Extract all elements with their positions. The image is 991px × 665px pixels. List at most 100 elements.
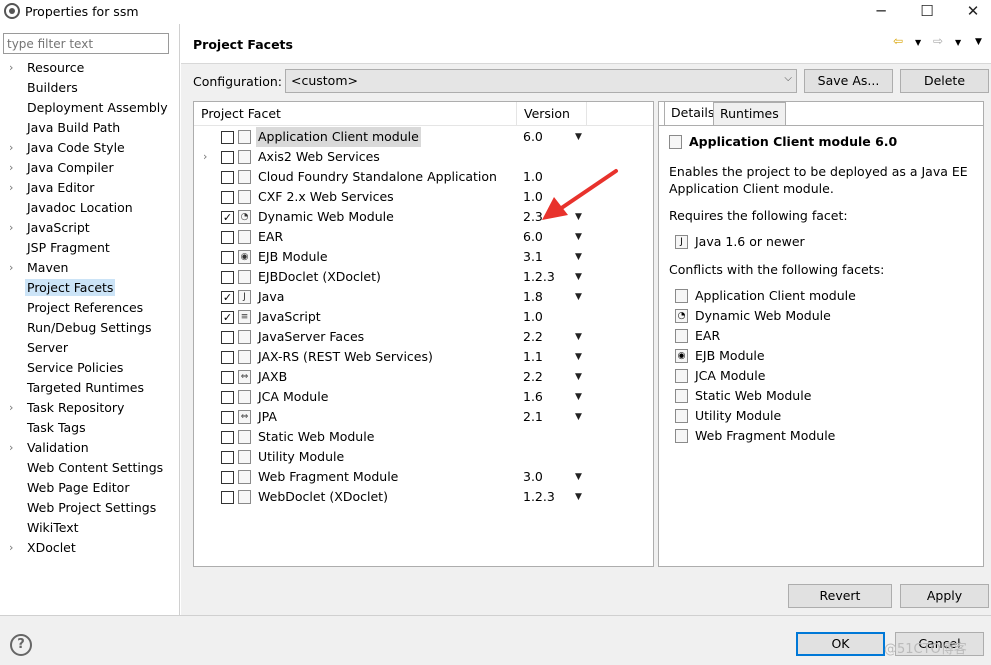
table-row[interactable]: JCA Module 1.6 ▼	[194, 387, 653, 407]
facet-checkbox[interactable]	[221, 371, 234, 384]
table-row[interactable]: ⇔ JPA 2.1 ▼	[194, 407, 653, 427]
nav-item[interactable]: Web Page Editor	[0, 478, 180, 498]
table-row[interactable]: Application Client module 6.0 ▼	[194, 127, 653, 147]
nav-item[interactable]: › Validation	[0, 438, 180, 458]
chevron-right-icon[interactable]: ›	[9, 158, 13, 178]
chevron-right-icon[interactable]: ›	[9, 178, 13, 198]
facet-checkbox[interactable]	[221, 131, 234, 144]
facet-checkbox[interactable]	[221, 271, 234, 284]
table-row[interactable]: ⇔ JAXB 2.2 ▼	[194, 367, 653, 387]
nav-item[interactable]: › Java Code Style	[0, 138, 180, 158]
chevron-right-icon[interactable]: ›	[9, 218, 13, 238]
facet-checkbox[interactable]	[221, 331, 234, 344]
nav-item[interactable]: › Java Editor	[0, 178, 180, 198]
back-dropdown-icon[interactable]: ▼	[915, 38, 921, 54]
column-header-facet[interactable]: Project Facet	[194, 102, 517, 126]
nav-item[interactable]: Javadoc Location	[0, 198, 180, 218]
facet-checkbox[interactable]: ✓	[221, 311, 234, 324]
table-row[interactable]: Static Web Module	[194, 427, 653, 447]
nav-item[interactable]: Targeted Runtimes	[0, 378, 180, 398]
facet-checkbox[interactable]	[221, 451, 234, 464]
chevron-right-icon[interactable]: ›	[9, 58, 13, 78]
facet-version[interactable]: 1.2.3	[523, 487, 555, 507]
version-dropdown-icon[interactable]: ▼	[575, 487, 582, 507]
facet-version[interactable]: 1.8	[523, 287, 543, 307]
nav-item[interactable]: JSP Fragment	[0, 238, 180, 258]
facet-checkbox[interactable]	[221, 251, 234, 264]
facet-version[interactable]: 1.6	[523, 387, 543, 407]
chevron-right-icon[interactable]: ›	[9, 398, 13, 418]
facet-version[interactable]: 1.0	[523, 307, 543, 327]
nav-item[interactable]: › XDoclet	[0, 538, 180, 558]
filter-input[interactable]	[3, 33, 169, 54]
table-row[interactable]: JAX-RS (REST Web Services) 1.1 ▼	[194, 347, 653, 367]
table-row[interactable]: Utility Module	[194, 447, 653, 467]
version-dropdown-icon[interactable]: ▼	[575, 407, 582, 427]
facet-checkbox[interactable]	[221, 191, 234, 204]
delete-button[interactable]: Delete	[900, 69, 989, 93]
version-dropdown-icon[interactable]: ▼	[575, 287, 582, 307]
version-dropdown-icon[interactable]: ▼	[575, 127, 582, 147]
nav-item[interactable]: › Task Repository	[0, 398, 180, 418]
facet-checkbox[interactable]	[221, 151, 234, 164]
column-header-version[interactable]: Version	[517, 102, 587, 126]
facet-version[interactable]: 2.2	[523, 327, 543, 347]
table-row[interactable]: › Axis2 Web Services	[194, 147, 653, 167]
revert-button[interactable]: Revert	[788, 584, 892, 608]
nav-item[interactable]: Web Project Settings	[0, 498, 180, 518]
maximize-button[interactable]: ☐	[907, 0, 947, 24]
table-row[interactable]: ✓ J Java 1.8 ▼	[194, 287, 653, 307]
nav-item[interactable]: Run/Debug Settings	[0, 318, 180, 338]
facet-version[interactable]: 6.0	[523, 227, 543, 247]
facet-checkbox[interactable]	[221, 491, 234, 504]
forward-dropdown-icon[interactable]: ▼	[955, 38, 961, 54]
version-dropdown-icon[interactable]: ▼	[575, 387, 582, 407]
nav-item[interactable]: › Java Compiler	[0, 158, 180, 178]
facet-version[interactable]: 1.1	[523, 347, 543, 367]
nav-item[interactable]: Task Tags	[0, 418, 180, 438]
close-button[interactable]: ✕	[953, 0, 991, 24]
facet-version[interactable]: 3.0	[523, 467, 543, 487]
tab-runtimes[interactable]: Runtimes	[713, 102, 786, 126]
nav-item[interactable]: › Resource	[0, 58, 180, 78]
nav-item[interactable]: Builders	[0, 78, 180, 98]
nav-item[interactable]: Project References	[0, 298, 180, 318]
chevron-right-icon[interactable]: ›	[9, 438, 13, 458]
table-row[interactable]: EAR 6.0 ▼	[194, 227, 653, 247]
table-row[interactable]: JavaServer Faces 2.2 ▼	[194, 327, 653, 347]
table-row[interactable]: WebDoclet (XDoclet) 1.2.3 ▼	[194, 487, 653, 507]
facet-version[interactable]: 6.0	[523, 127, 543, 147]
facet-checkbox[interactable]	[221, 471, 234, 484]
nav-item[interactable]: WikiText	[0, 518, 180, 538]
facet-version[interactable]: 3.1	[523, 247, 543, 267]
help-icon[interactable]: ?	[10, 634, 32, 656]
nav-item[interactable]: › Maven	[0, 258, 180, 278]
version-dropdown-icon[interactable]: ▼	[575, 227, 582, 247]
table-row[interactable]: Web Fragment Module 3.0 ▼	[194, 467, 653, 487]
facet-checkbox[interactable]	[221, 351, 234, 364]
ok-button[interactable]: OK	[796, 632, 885, 656]
save-as-button[interactable]: Save As...	[804, 69, 893, 93]
facet-checkbox[interactable]: ✓	[221, 211, 234, 224]
nav-item[interactable]: Web Content Settings	[0, 458, 180, 478]
configuration-combo[interactable]: <custom> ⌵	[285, 69, 797, 93]
table-row[interactable]: ◉ EJB Module 3.1 ▼	[194, 247, 653, 267]
nav-item[interactable]: Deployment Assembly	[0, 98, 180, 118]
version-dropdown-icon[interactable]: ▼	[575, 327, 582, 347]
table-row[interactable]: ✓ ≡ JavaScript 1.0	[194, 307, 653, 327]
version-dropdown-icon[interactable]: ▼	[575, 247, 582, 267]
version-dropdown-icon[interactable]: ▼	[575, 347, 582, 367]
facet-checkbox[interactable]	[221, 411, 234, 424]
facet-checkbox[interactable]	[221, 431, 234, 444]
facet-checkbox[interactable]	[221, 391, 234, 404]
version-dropdown-icon[interactable]: ▼	[575, 267, 582, 287]
nav-item[interactable]: Service Policies	[0, 358, 180, 378]
minimize-button[interactable]: ─	[861, 0, 901, 24]
apply-button[interactable]: Apply	[900, 584, 989, 608]
chevron-right-icon[interactable]: ›	[9, 138, 13, 158]
facet-checkbox[interactable]: ✓	[221, 291, 234, 304]
facet-version[interactable]: 2.2	[523, 367, 543, 387]
facet-version[interactable]: 2.1	[523, 407, 543, 427]
nav-item[interactable]: Server	[0, 338, 180, 358]
nav-item[interactable]: Java Build Path	[0, 118, 180, 138]
